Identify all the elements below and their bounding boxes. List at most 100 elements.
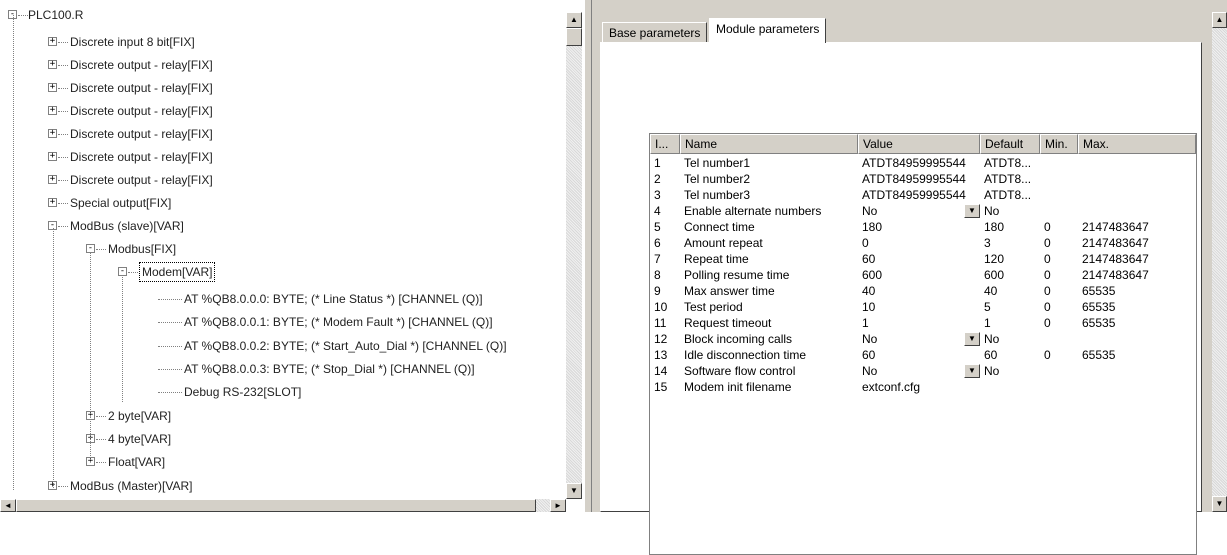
tree-node[interactable]: + Discrete output - relay[FIX] — [0, 102, 560, 120]
table-row[interactable]: 13 Idle disconnection time 60 60 0 65535 — [650, 348, 1196, 363]
parameters-grid[interactable]: I... Name Value Default Min. Max. 1 Tel number… — [649, 133, 1197, 555]
tree-node[interactable]: AT %QB8.0.0.0: BYTE; (* Line Status *) [… — [0, 290, 560, 308]
tree-node[interactable]: + Discrete output - relay[FIX] — [0, 125, 560, 143]
project-tree[interactable]: - PLC100.R + Discrete input 8 bit[FIX] + Di… — [0, 0, 584, 512]
cell-min — [1044, 380, 1078, 395]
tree-node[interactable]: + Special output[FIX] — [0, 194, 560, 212]
cell-value[interactable]: 600 — [862, 268, 980, 283]
table-row[interactable]: 9 Max answer time 40 40 0 65535 — [650, 284, 1196, 299]
table-row[interactable]: 12 Block incoming calls No No ▼ — [650, 332, 1196, 347]
cell-value[interactable]: 0 — [862, 236, 980, 251]
scroll-thumb[interactable] — [566, 28, 582, 46]
cell-name: Modem init filename — [684, 380, 792, 394]
cell-value[interactable]: 60 — [862, 348, 980, 363]
cell-value[interactable]: 180 — [862, 220, 980, 235]
cell-min: 0 — [1044, 300, 1051, 314]
expand-icon[interactable]: + — [48, 60, 57, 69]
scroll-left-icon[interactable]: ◄ — [0, 499, 16, 512]
panel-vertical-scrollbar[interactable]: ▲ ▼ — [1212, 12, 1227, 512]
tree-node[interactable]: + Float[VAR] — [0, 453, 560, 471]
table-row[interactable]: 1 Tel number1 ATDT84959995544 ATDT8... — [650, 156, 1196, 171]
horizontal-scroll-thumb[interactable] — [16, 499, 536, 512]
tree-node-label: Discrete output - relay[FIX] — [70, 127, 213, 141]
scroll-right-icon[interactable]: ► — [550, 499, 566, 512]
tree-node[interactable]: + Discrete output - relay[FIX] — [0, 56, 560, 74]
tree-node-label: Debug RS-232[SLOT] — [184, 385, 302, 399]
tree-node[interactable]: - Modbus[FIX] — [0, 240, 560, 258]
column-header[interactable]: Default — [980, 134, 1040, 154]
cell-value[interactable]: No — [862, 204, 980, 219]
cell-name: Request timeout — [684, 316, 772, 330]
cell-index: 5 — [654, 220, 661, 234]
tree-node[interactable]: AT %QB8.0.0.2: BYTE; (* Start_Auto_Dial … — [0, 337, 560, 355]
table-row[interactable]: 3 Tel number3 ATDT84959995544 ATDT8... — [650, 188, 1196, 203]
table-row[interactable]: 10 Test period 10 5 0 65535 — [650, 300, 1196, 315]
scroll-up-icon[interactable]: ▲ — [566, 12, 582, 28]
cell-name: Idle disconnection time — [684, 348, 807, 362]
table-row[interactable]: 8 Polling resume time 600 600 0 2147483647 — [650, 268, 1196, 283]
table-row[interactable]: 11 Request timeout 1 1 0 65535 — [650, 316, 1196, 331]
tree-node[interactable]: AT %QB8.0.0.1: BYTE; (* Modem Fault *) [… — [0, 313, 560, 331]
tree-vertical-scrollbar[interactable]: ▲ ▼ — [566, 12, 582, 499]
column-header[interactable]: Name — [680, 134, 858, 154]
grid-header: I... Name Value Default Min. Max. — [650, 134, 1196, 154]
expand-icon[interactable]: + — [48, 37, 57, 46]
tree-node[interactable]: Debug RS-232[SLOT] — [0, 383, 560, 401]
tree-node[interactable]: - Modem[VAR] — [0, 262, 560, 282]
column-header[interactable]: I... — [650, 134, 680, 154]
cell-value[interactable]: No — [862, 364, 980, 379]
table-row[interactable]: 6 Amount repeat 0 3 0 2147483647 — [650, 236, 1196, 251]
cell-value[interactable]: ATDT84959995544 — [862, 188, 980, 203]
tree-node[interactable]: + ModBus (Master)[VAR] — [0, 477, 560, 495]
table-row[interactable]: 15 Modem init filename extconf.cfg — [650, 380, 1196, 395]
dropdown-arrow-icon[interactable]: ▼ — [964, 332, 980, 346]
expand-icon[interactable]: + — [48, 175, 57, 184]
cell-default: 600 — [984, 268, 1005, 282]
cell-value[interactable]: ATDT84959995544 — [862, 156, 980, 171]
table-row[interactable]: 14 Software flow control No No ▼ — [650, 364, 1196, 379]
tree-node[interactable]: + Discrete input 8 bit[FIX] — [0, 33, 560, 51]
tree-node[interactable]: - ModBus (slave)[VAR] — [0, 217, 560, 235]
pane-splitter[interactable] — [584, 0, 592, 512]
column-header[interactable]: Max. — [1078, 134, 1196, 154]
tree-node[interactable]: +4 byte[VAR] — [0, 430, 560, 448]
tree-node[interactable]: + Discrete output - relay[FIX] — [0, 79, 560, 97]
tree-horizontal-scrollbar[interactable]: ◄ ► — [0, 499, 566, 512]
tab-module-parameters[interactable]: Module parameters — [709, 18, 827, 43]
cell-value[interactable]: 40 — [862, 284, 980, 299]
cell-value[interactable]: 1 — [862, 316, 980, 331]
dropdown-arrow-icon[interactable]: ▼ — [964, 204, 980, 218]
cell-value[interactable]: 10 — [862, 300, 980, 315]
scroll-up-icon[interactable]: ▲ — [1212, 12, 1227, 28]
dropdown-arrow-icon[interactable]: ▼ — [964, 364, 980, 378]
expand-icon[interactable]: + — [48, 106, 57, 115]
cell-name: Polling resume time — [684, 268, 790, 282]
scroll-down-icon[interactable]: ▼ — [566, 483, 582, 499]
scroll-down-icon[interactable]: ▼ — [1212, 496, 1227, 512]
tree-node[interactable]: + Discrete output - relay[FIX] — [0, 171, 560, 189]
column-header[interactable]: Min. — [1040, 134, 1078, 154]
column-header[interactable]: Value — [858, 134, 980, 154]
expand-icon[interactable]: + — [48, 83, 57, 92]
cell-default: No — [984, 364, 1000, 378]
cell-value[interactable]: No — [862, 332, 980, 347]
cell-min — [1044, 332, 1078, 347]
cell-name: Amount repeat — [684, 236, 763, 250]
tree-node[interactable]: +2 byte[VAR] — [0, 407, 560, 425]
expand-icon[interactable]: + — [48, 198, 57, 207]
table-row[interactable]: 5 Connect time 180 180 0 2147483647 — [650, 220, 1196, 235]
table-row[interactable]: 2 Tel number2 ATDT84959995544 ATDT8... — [650, 172, 1196, 187]
table-row[interactable]: 4 Enable alternate numbers No No ▼ — [650, 204, 1196, 219]
cell-value[interactable]: ATDT84959995544 — [862, 172, 980, 187]
tree-node[interactable]: AT %QB8.0.0.3: BYTE; (* Stop_Dial *) [CH… — [0, 360, 560, 378]
tree-node[interactable]: + Discrete output - relay[FIX] — [0, 148, 560, 166]
tab-base-parameters[interactable]: Base parameters — [602, 22, 708, 44]
cell-value[interactable]: extconf.cfg — [862, 380, 980, 395]
table-row[interactable]: 7 Repeat time 60 120 0 2147483647 — [650, 252, 1196, 267]
expand-icon[interactable]: + — [48, 152, 57, 161]
tree-root[interactable]: - PLC100.R — [0, 6, 560, 24]
tree-node-label: Discrete input 8 bit[FIX] — [70, 35, 195, 49]
expand-icon[interactable]: + — [48, 129, 57, 138]
tree-node-label: Discrete output - relay[FIX] — [70, 173, 213, 187]
cell-value[interactable]: 60 — [862, 252, 980, 267]
